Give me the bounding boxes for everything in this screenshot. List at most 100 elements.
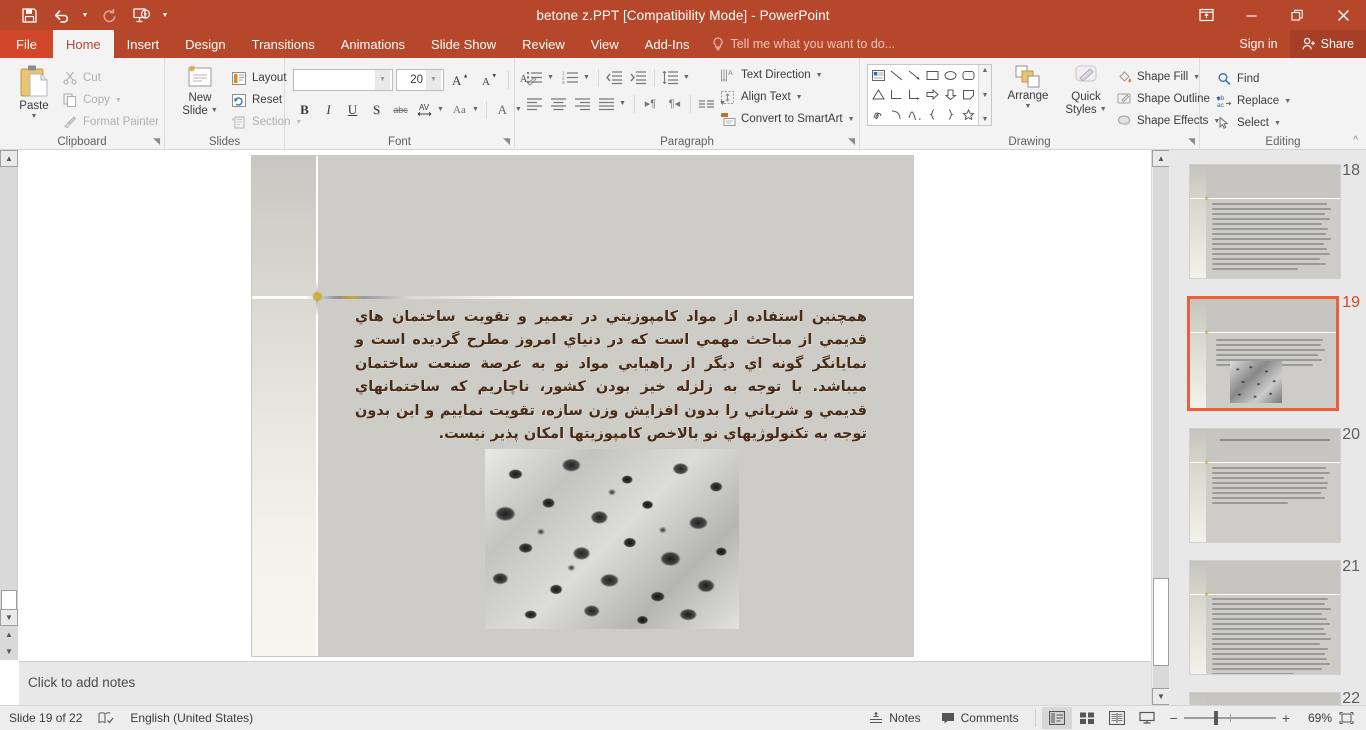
justify-button[interactable] [595, 92, 618, 115]
spell-check-icon[interactable] [98, 711, 114, 725]
slideshow-icon[interactable] [126, 2, 156, 28]
underline-button[interactable]: U [341, 98, 364, 121]
align-left-button[interactable] [523, 92, 546, 115]
slide-pane-scroll-thumb[interactable] [1153, 578, 1169, 666]
slide-thumbnail-pane[interactable]: 18 19 20 21 22 [1169, 150, 1366, 705]
language-indicator[interactable]: English (United States) [130, 711, 253, 725]
share-button[interactable]: Share [1289, 30, 1366, 58]
arrange-dropdown-caret[interactable]: ▼ [1025, 103, 1032, 111]
comments-toggle-button[interactable]: Comments [931, 711, 1029, 725]
zoom-in-button[interactable]: + [1282, 710, 1290, 726]
shape-left-brace-icon[interactable] [923, 105, 941, 124]
format-painter-button[interactable]: Format Painter [62, 111, 159, 133]
align-text-button[interactable]: Align Text ▼ [720, 86, 855, 108]
slide-thumbnail-22[interactable] [1189, 692, 1341, 705]
tab-add-ins[interactable]: Add-Ins [632, 30, 703, 58]
notes-toggle-button[interactable]: Notes [859, 711, 930, 725]
convert-to-smartart-button[interactable]: Convert to SmartArt ▼ [720, 108, 855, 130]
rtl-direction-button[interactable]: ¶◂ [663, 92, 686, 115]
convert-to-smartart-caret[interactable]: ▼ [848, 116, 855, 123]
slide-thumbnail-19[interactable] [1187, 296, 1339, 411]
scroll-down-icon[interactable]: ▼ [0, 609, 18, 626]
new-slide-button[interactable]: New Slide ▼ [172, 64, 228, 118]
tab-home[interactable]: Home [52, 30, 114, 58]
new-slide-dropdown-caret[interactable]: ▼ [211, 107, 218, 115]
tab-view[interactable]: View [578, 30, 632, 58]
select-button[interactable]: Select ▼ [1216, 112, 1291, 134]
change-case-button[interactable]: Aa [448, 98, 471, 121]
paragraph-dialog-launcher[interactable]: ◥ [848, 136, 855, 147]
slide-thumbnail-18[interactable] [1189, 164, 1341, 279]
replace-button[interactable]: ab ac Replace ▼ [1216, 90, 1292, 112]
numbering-caret[interactable]: ▼ [583, 74, 590, 81]
drawing-dialog-launcher[interactable]: ◥ [1188, 136, 1195, 147]
shape-scribble-icon[interactable] [869, 105, 887, 124]
undo-icon[interactable] [46, 2, 76, 28]
slide-pane-scroll-up-icon[interactable]: ▲ [1152, 150, 1170, 167]
shape-right-arrow-icon[interactable] [923, 85, 941, 104]
customize-qat-icon[interactable]: ▼ [158, 2, 172, 28]
shape-elbow-connector-icon[interactable] [887, 85, 905, 104]
quick-styles-button[interactable]: Quick Styles ▼ [1060, 64, 1112, 117]
decrease-indent-button[interactable] [603, 66, 626, 89]
undo-dropdown-caret[interactable]: ▼ [78, 2, 92, 28]
change-case-caret[interactable]: ▼ [472, 106, 479, 113]
character-spacing-caret[interactable]: ▼ [437, 106, 444, 113]
paste-button[interactable]: Paste ▼ [8, 64, 60, 121]
scroll-up-icon[interactable]: ▲ [0, 150, 18, 167]
next-slide-icon[interactable]: ▼ [0, 643, 18, 660]
font-name-dropdown-caret[interactable]: ▼ [375, 69, 390, 90]
collapse-ribbon-icon[interactable]: ^ [1353, 135, 1358, 146]
notes-pane[interactable]: Click to add notes [19, 661, 1151, 705]
font-name-input[interactable]: ▼ [293, 68, 393, 91]
clipboard-dialog-launcher[interactable]: ◥ [153, 136, 160, 147]
shape-rectangle-icon[interactable] [923, 66, 941, 85]
zoom-out-button[interactable]: − [1170, 710, 1178, 726]
shape-rounded-rect-icon[interactable] [959, 66, 977, 85]
font-size-dropdown-caret[interactable]: ▼ [426, 69, 441, 90]
tab-slide-show[interactable]: Slide Show [418, 30, 509, 58]
columns-button[interactable] [695, 92, 718, 115]
shapes-gallery[interactable]: ▲ ▼ ▼ [867, 64, 992, 126]
decrease-font-size-button[interactable]: A [476, 68, 502, 91]
tab-insert[interactable]: Insert [114, 30, 173, 58]
tab-design[interactable]: Design [172, 30, 238, 58]
slide-body-text[interactable]: همچنین استفاده از مواد کامپوزیتي در تعمی… [355, 306, 867, 447]
find-button[interactable]: Find [1216, 68, 1291, 90]
align-center-button[interactable] [547, 92, 570, 115]
shape-down-arrow-icon[interactable] [941, 85, 959, 104]
copy-button[interactable]: Copy ▼ [62, 89, 159, 111]
shapes-gallery-more-icon[interactable]: ▼ [982, 116, 989, 123]
shape-line-icon[interactable] [887, 66, 905, 85]
slide-thumbnail-20[interactable] [1189, 428, 1341, 543]
zoom-slider[interactable]: − + [1162, 710, 1298, 726]
align-right-button[interactable] [571, 92, 594, 115]
italic-button[interactable]: I [317, 98, 340, 121]
select-caret[interactable]: ▼ [1274, 120, 1281, 127]
zoom-slider-thumb[interactable] [1214, 711, 1219, 725]
fit-slide-to-window-button[interactable] [1332, 711, 1360, 725]
slide-pane-scroll-down-icon[interactable]: ▼ [1152, 688, 1170, 705]
shape-right-brace-icon[interactable] [941, 105, 959, 124]
reading-view-button[interactable] [1102, 707, 1132, 729]
slide-pane-scrollbar[interactable]: ▲ ▼ [1151, 150, 1170, 705]
tell-me-box[interactable]: Tell me what you want to do... [702, 30, 905, 58]
slide-show-view-button[interactable] [1132, 707, 1162, 729]
slide-sorter-view-button[interactable] [1072, 707, 1102, 729]
shape-arrow-icon[interactable] [905, 66, 923, 85]
font-size-input[interactable]: 20 ▼ [396, 68, 444, 91]
line-spacing-caret[interactable]: ▼ [683, 74, 690, 81]
concrete-porous-texture-image[interactable] [485, 449, 739, 629]
bullets-button[interactable] [523, 66, 546, 89]
character-spacing-button[interactable]: AV [413, 98, 436, 121]
replace-caret[interactable]: ▼ [1284, 98, 1291, 105]
arrange-button[interactable]: Arrange ▼ [1000, 64, 1056, 111]
zoom-slider-track[interactable] [1183, 711, 1276, 725]
strikethrough-button[interactable]: abc [389, 98, 412, 121]
text-shadow-button[interactable]: S [365, 98, 388, 121]
cut-button[interactable]: Cut [62, 67, 159, 89]
font-dialog-launcher[interactable]: ◥ [503, 136, 510, 147]
shapes-scroll-up-icon[interactable]: ▲ [982, 67, 989, 74]
slide-editing-surface[interactable]: همچنین استفاده از مواد کامپوزیتي در تعمی… [252, 156, 913, 656]
slide-counter[interactable]: Slide 19 of 22 [9, 711, 82, 725]
